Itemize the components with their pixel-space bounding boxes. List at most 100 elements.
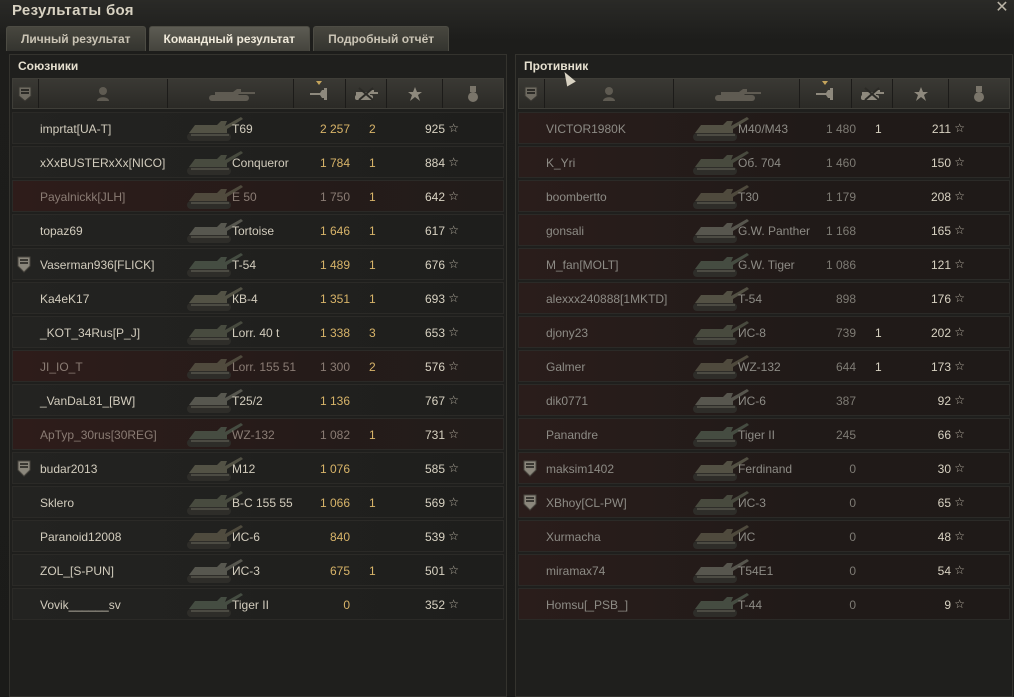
- player-row[interactable]: Panandre Tiger II 245 66 ☆: [518, 418, 1010, 450]
- player-name: Xurmacha: [546, 530, 601, 544]
- player-row[interactable]: JI_IO_T Lorr. 155 51 1 300 2 576 ☆: [12, 350, 504, 382]
- player-name: Payalnickk[JLH]: [40, 190, 126, 204]
- player-row[interactable]: gonsali G.W. Panther 1 168 165 ☆: [518, 214, 1010, 246]
- xp-value: 653: [424, 326, 445, 340]
- player-name: budar2013: [40, 462, 98, 476]
- star-icon: ☆: [448, 461, 459, 475]
- tab-personal[interactable]: Личный результат: [6, 26, 146, 51]
- player-row[interactable]: imprtat[UA-T] T69 2 257 2 925 ☆: [12, 112, 504, 144]
- column-header-platoon[interactable]: [519, 79, 545, 108]
- player-row[interactable]: Xurmacha ИС 0 48 ☆: [518, 520, 1010, 552]
- star-icon: ☆: [448, 495, 459, 509]
- kills-value: 1: [369, 428, 376, 442]
- column-header-xp-star[interactable]: [893, 79, 950, 108]
- damage-value: 739: [835, 326, 856, 340]
- player-name: boombertto: [546, 190, 607, 204]
- star-icon: ☆: [954, 529, 965, 543]
- player-row[interactable]: Paranoid12008 ИС-6 840 539 ☆: [12, 520, 504, 552]
- vehicle-name: T69: [232, 122, 253, 136]
- star-icon: ☆: [954, 597, 965, 611]
- player-row[interactable]: Ka4eK17 КВ-4 1 351 1 693 ☆: [12, 282, 504, 314]
- player-name: imprtat[UA-T]: [40, 122, 112, 136]
- platoon-icon: [16, 256, 32, 273]
- player-row[interactable]: budar2013 M12 1 076 585 ☆: [12, 452, 504, 484]
- xp-value: 165: [930, 224, 951, 238]
- player-row[interactable]: M_fan[MOLT] G.W. Tiger 1 086 121 ☆: [518, 248, 1010, 280]
- vehicle-name: ИС-6: [738, 394, 766, 408]
- column-header-xp-star[interactable]: [387, 79, 444, 108]
- xp-value: 65: [937, 496, 951, 510]
- column-header-platoon[interactable]: [13, 79, 39, 108]
- player-row[interactable]: topaz69 Tortoise 1 646 1 617 ☆: [12, 214, 504, 246]
- player-row[interactable]: XBhoy[CL-PW] ИС-3 0 65 ☆: [518, 486, 1010, 518]
- tab-detailed[interactable]: Подробный отчёт: [313, 26, 450, 51]
- vehicle-name: T25/2: [232, 394, 263, 408]
- player-row[interactable]: Sklero B-C 155 55 1 066 1 569 ☆: [12, 486, 504, 518]
- player-row[interactable]: miramax74 T54E1 0 54 ☆: [518, 554, 1010, 586]
- close-icon[interactable]: ✕: [994, 0, 1010, 16]
- player-row[interactable]: Payalnickk[JLH] E 50 1 750 1 642 ☆: [12, 180, 504, 212]
- damage-value: 2 257: [319, 122, 350, 136]
- column-header-medal[interactable]: [949, 79, 1009, 108]
- column-header-medal[interactable]: [443, 79, 503, 108]
- player-name: XBhoy[CL-PW]: [546, 496, 627, 510]
- vehicle-name: B-C 155 55: [232, 496, 293, 510]
- tab-bar: Личный результат Командный результат Под…: [6, 26, 452, 51]
- kills-value: 2: [369, 360, 376, 374]
- kills-value: 1: [369, 190, 376, 204]
- xp-value: 731: [424, 428, 445, 442]
- column-header-player[interactable]: [545, 79, 675, 108]
- vehicle-name: Об. 704: [738, 156, 781, 170]
- player-name: VICTOR1980K: [546, 122, 626, 136]
- column-header-tank[interactable]: [168, 79, 294, 108]
- player-row[interactable]: _KOT_34Rus[P_J] Lorr. 40 t 1 338 3 653 ☆: [12, 316, 504, 348]
- player-row[interactable]: _VanDaL81_[BW] T25/2 1 136 767 ☆: [12, 384, 504, 416]
- kills-value: 1: [369, 292, 376, 306]
- player-row[interactable]: VICTOR1980K M40/M43 1 480 1 211 ☆: [518, 112, 1010, 144]
- player-row[interactable]: djony23 ИС-8 739 1 202 ☆: [518, 316, 1010, 348]
- vehicle-name: Conqueror: [232, 156, 289, 170]
- player-row[interactable]: Vaserman936[FLICK] T-54 1 489 1 676 ☆: [12, 248, 504, 280]
- star-icon: ☆: [448, 529, 459, 543]
- player-row[interactable]: xXxBUSTERxXx[NICO] Conqueror 1 784 1 884 ☆: [12, 146, 504, 178]
- player-row[interactable]: dik0771 ИС-6 387 92 ☆: [518, 384, 1010, 416]
- column-header-tank[interactable]: [674, 79, 800, 108]
- star-icon: ☆: [954, 325, 965, 339]
- platoon-icon: [522, 494, 538, 511]
- damage-value: 0: [849, 564, 856, 578]
- vehicle-name: ИС-3: [738, 496, 766, 510]
- star-icon: ☆: [954, 495, 965, 509]
- xp-value: 501: [424, 564, 445, 578]
- player-row[interactable]: ApTyp_30rus[30REG] WZ-132 1 082 1 731 ☆: [12, 418, 504, 450]
- vehicle-name: Ferdinand: [738, 462, 793, 476]
- tab-team[interactable]: Командный результат: [148, 26, 311, 51]
- damage-value: 1 300: [319, 360, 350, 374]
- player-row[interactable]: maksim1402 Ferdinand 0 30 ☆: [518, 452, 1010, 484]
- column-header-player[interactable]: [39, 79, 169, 108]
- player-row[interactable]: Homsu[_PSB_] T-44 0 9 ☆: [518, 588, 1010, 620]
- column-header-kills[interactable]: [346, 79, 388, 108]
- player-name: miramax74: [546, 564, 606, 578]
- vehicle-name: ИС-6: [232, 530, 260, 544]
- xp-value: 585: [424, 462, 445, 476]
- column-header-damage[interactable]: [294, 79, 346, 108]
- player-row[interactable]: Vovik______sv Tiger II 0 352 ☆: [12, 588, 504, 620]
- column-header-damage[interactable]: [800, 79, 852, 108]
- xp-value: 176: [930, 292, 951, 306]
- column-header-kills[interactable]: [852, 79, 894, 108]
- xp-value: 693: [424, 292, 445, 306]
- kills-value: 1: [369, 156, 376, 170]
- player-row[interactable]: K_Yri Об. 704 1 460 150 ☆: [518, 146, 1010, 178]
- star-icon: ☆: [954, 563, 965, 577]
- kills-value: 1: [875, 360, 882, 374]
- xp-value: 121: [930, 258, 951, 272]
- damage-value: 644: [835, 360, 856, 374]
- medal-icon: [467, 85, 479, 103]
- window-title: Результаты боя: [12, 2, 134, 19]
- player-row[interactable]: Galmer WZ-132 644 1 173 ☆: [518, 350, 1010, 382]
- damage-value: 1 489: [319, 258, 350, 272]
- player-row[interactable]: boombertto T30 1 179 208 ☆: [518, 180, 1010, 212]
- player-row[interactable]: alexxx240888[1MKTD] T-54 898 176 ☆: [518, 282, 1010, 314]
- player-row[interactable]: ZOL_[S-PUN] ИС-3 675 1 501 ☆: [12, 554, 504, 586]
- star-icon: ☆: [448, 597, 459, 611]
